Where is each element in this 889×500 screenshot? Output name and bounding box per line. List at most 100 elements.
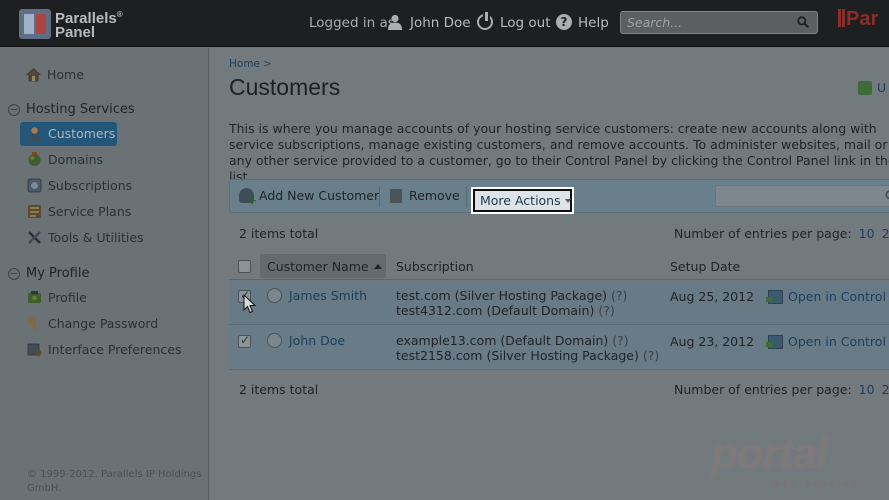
subscription-entry: test2158.com (Silver Hosting Package) (?… xyxy=(396,348,659,363)
help-icon[interactable]: ? xyxy=(556,14,572,30)
brand-right-logo: Par xyxy=(838,8,878,31)
help-hint[interactable]: (?) xyxy=(598,303,614,318)
per-page-option-25[interactable]: 25 xyxy=(882,382,889,397)
column-customer-name[interactable]: Customer Name xyxy=(267,259,382,274)
sidebar-item-label: Subscriptions xyxy=(48,178,133,193)
watermark-logo: portal xyxy=(711,429,828,478)
sidebar-item-customers[interactable]: Customers xyxy=(27,126,115,141)
breadcrumb-separator: > xyxy=(263,58,272,70)
customers-icon xyxy=(28,127,41,141)
watermark-subtitle: web hosting xyxy=(772,480,860,490)
section-heading: Hosting Services xyxy=(26,102,135,117)
setup-date: Aug 25, 2012 xyxy=(670,289,755,304)
tools-icon xyxy=(28,231,41,244)
home-icon xyxy=(26,67,41,81)
sidebar-item-interface-preferences[interactable]: Interface Preferences xyxy=(27,342,181,357)
global-search[interactable] xyxy=(620,11,818,34)
search-icon[interactable] xyxy=(885,190,889,202)
search-icon[interactable] xyxy=(797,16,809,28)
breadcrumb-home-link[interactable]: Home xyxy=(229,58,260,70)
sort-ascending-icon xyxy=(373,264,382,269)
section-my-profile[interactable]: My Profile xyxy=(8,266,89,281)
items-total: 2 items total xyxy=(239,226,319,241)
sidebar-item-label: Interface Preferences xyxy=(48,342,182,357)
items-total-footer: 2 items total xyxy=(239,382,319,397)
sidebar-item-label: Change Password xyxy=(48,316,159,331)
toolbar-divider xyxy=(379,187,380,207)
table-header: Customer Name Subscription Setup Date xyxy=(229,252,889,280)
sidebar-item-label: Home xyxy=(47,66,84,82)
sidebar-item-subscriptions[interactable]: Subscriptions xyxy=(27,178,132,193)
power-icon[interactable] xyxy=(477,12,493,30)
sidebar-item-profile[interactable]: Profile xyxy=(27,290,87,305)
subscription-link[interactable]: test4312.com (Default Domain) xyxy=(396,303,594,318)
sidebar-item-home[interactable]: Home xyxy=(26,64,84,84)
mouse-cursor-icon xyxy=(243,294,257,314)
sidebar-item-domains[interactable]: Domains xyxy=(27,152,103,167)
add-user-icon xyxy=(239,188,257,207)
trash-icon xyxy=(390,188,402,203)
preferences-icon xyxy=(27,343,42,357)
open-control-panel-link[interactable]: Open in Control P xyxy=(766,334,889,349)
sidebar-item-label: Customers xyxy=(48,126,116,141)
sidebar-item-label: Service Plans xyxy=(48,204,132,219)
subscription-entry: test.com (Silver Hosting Package) (?) xyxy=(396,288,627,303)
more-actions-dropdown[interactable]: More Actions xyxy=(471,187,574,214)
entries-per-page-footer: Number of entries per page: 10 25 1 xyxy=(674,382,889,397)
select-all-checkbox[interactable] xyxy=(238,260,251,273)
parallels-logo xyxy=(19,9,51,39)
subscription-entry: test4312.com (Default Domain) (?) xyxy=(396,303,615,318)
global-search-input[interactable] xyxy=(627,15,787,30)
control-panel-icon xyxy=(766,334,783,349)
subscription-link[interactable]: test2158.com (Silver Hosting Package) xyxy=(396,348,639,363)
row-checkbox[interactable] xyxy=(238,333,251,348)
customer-name-link[interactable]: John Doe xyxy=(289,333,345,348)
help-link[interactable]: Help xyxy=(578,15,609,31)
entries-per-page: Number of entries per page: 10 25 1 xyxy=(674,226,889,241)
column-setup-date[interactable]: Setup Date xyxy=(670,259,740,274)
add-new-customer-button[interactable]: Add New Customer xyxy=(239,188,379,207)
status-icon xyxy=(267,333,282,348)
per-page-option-10[interactable]: 10 xyxy=(859,382,875,397)
breadcrumb: Home > xyxy=(229,58,272,70)
column-subscription[interactable]: Subscription xyxy=(396,259,474,274)
page-description: This is where you manage accounts of you… xyxy=(229,121,889,184)
collapse-icon[interactable] xyxy=(8,103,20,116)
collapse-icon[interactable] xyxy=(8,267,20,280)
table-row: James Smith test.com (Silver Hosting Pac… xyxy=(229,281,889,325)
customer-name-link[interactable]: James Smith xyxy=(289,288,367,303)
sidebar-item-label: Profile xyxy=(48,290,87,305)
sidebar-item-service-plans[interactable]: Service Plans xyxy=(27,204,131,219)
chevron-down-icon xyxy=(564,198,571,203)
sidebar: Home Hosting Services Customers Domains … xyxy=(0,48,209,500)
per-page-option-10[interactable]: 10 xyxy=(859,226,875,241)
user-name-link[interactable]: John Doe xyxy=(410,15,471,31)
upgrade-link[interactable]: U xyxy=(858,80,886,95)
sidebar-item-label: Tools & Utilities xyxy=(48,230,144,245)
help-hint[interactable]: (?) xyxy=(643,348,659,363)
help-hint[interactable]: (?) xyxy=(612,333,628,348)
brand-name: Parallels® Panel xyxy=(55,10,123,41)
open-control-panel-link[interactable]: Open in Control P xyxy=(766,289,889,304)
remove-button[interactable]: Remove xyxy=(390,188,460,203)
user-icon xyxy=(388,14,402,30)
subscriptions-icon xyxy=(27,178,42,193)
list-search-input[interactable] xyxy=(715,185,889,207)
key-icon xyxy=(28,317,37,331)
sidebar-item-tools[interactable]: Tools & Utilities xyxy=(27,230,144,245)
toolbar-divider xyxy=(466,187,467,207)
sidebar-item-change-password[interactable]: Change Password xyxy=(27,316,158,331)
top-bar: Parallels® Panel Logged in as John Doe L… xyxy=(0,0,889,47)
setup-date: Aug 23, 2012 xyxy=(670,334,755,349)
logout-link[interactable]: Log out xyxy=(500,15,551,31)
subscription-entry: example13.com (Default Domain) (?) xyxy=(396,333,629,348)
brand-line2: Panel xyxy=(55,24,96,41)
section-hosting-services[interactable]: Hosting Services xyxy=(8,102,135,117)
per-page-option-25[interactable]: 25 xyxy=(882,226,889,241)
copyright: © 1999-2012. Parallels IP Holdings GmbH. xyxy=(27,469,202,494)
subscription-link[interactable]: test.com (Silver Hosting Package) xyxy=(396,288,607,303)
service-plans-icon xyxy=(28,205,41,218)
help-hint[interactable]: (?) xyxy=(611,288,627,303)
profile-icon xyxy=(28,291,41,303)
subscription-link[interactable]: example13.com (Default Domain) xyxy=(396,333,608,348)
